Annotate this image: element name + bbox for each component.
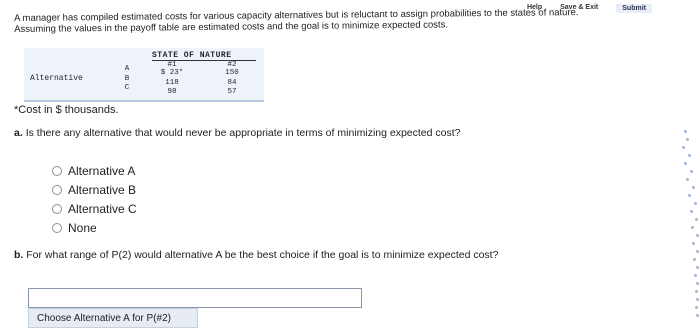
option-none[interactable]: None xyxy=(52,218,137,237)
cell-a-s2: 150 xyxy=(225,69,239,77)
radio-icon[interactable] xyxy=(52,203,62,214)
question-a-prefix: a. xyxy=(14,127,23,139)
row-label-a: A xyxy=(124,65,130,73)
cell-a-s1: $ 23* xyxy=(160,69,184,77)
alternative-row-header: Alternative xyxy=(30,74,83,83)
screen-moire-edge xyxy=(678,128,700,328)
alternative-labels: A B C xyxy=(120,65,134,94)
state-1-values: $ 23* 118 98 xyxy=(152,69,192,98)
answer-b-input[interactable] xyxy=(28,288,362,308)
radio-icon[interactable] xyxy=(52,184,62,195)
radio-icon[interactable] xyxy=(52,165,62,176)
option-alternative-c[interactable]: Alternative C xyxy=(52,199,137,218)
question-b-prefix: b. xyxy=(14,249,24,261)
state-1-header: #1 xyxy=(167,61,177,69)
cost-note: *Cost in $ thousands. xyxy=(14,104,119,116)
option-label: Alternative B xyxy=(68,182,137,197)
row-label-b: B xyxy=(124,74,130,83)
cell-c-s2: 57 xyxy=(227,88,237,96)
question-a-text: Is there any alternative that would neve… xyxy=(25,127,461,139)
state-of-nature-header: STATE OF NATURE xyxy=(152,51,232,60)
cell-b-s1: 118 xyxy=(165,78,179,87)
option-label: None xyxy=(68,220,97,235)
option-label: Alternative C xyxy=(68,201,137,216)
answer-options: Alternative A Alternative B Alternative … xyxy=(52,161,137,237)
option-alternative-a[interactable]: Alternative A xyxy=(52,161,137,180)
answer-b-area: Choose Alternative A for P(#2) xyxy=(28,288,362,328)
question-b: b. For what range of P(2) would alternat… xyxy=(14,249,498,261)
answer-b-label: Choose Alternative A for P(#2) xyxy=(28,308,198,328)
radio-icon[interactable] xyxy=(52,222,62,233)
problem-intro: A manager has compiled estimated costs f… xyxy=(14,6,674,35)
payoff-table: STATE OF NATURE #1 #2 Alternative A B C … xyxy=(24,48,264,102)
state-2-values: 150 84 57 xyxy=(212,69,252,98)
option-alternative-b[interactable]: Alternative B xyxy=(52,180,137,199)
question-b-text: For what range of P(2) would alternative… xyxy=(26,249,499,261)
row-label-c: C xyxy=(124,84,130,92)
state-2-header: #2 xyxy=(227,61,237,69)
option-label: Alternative A xyxy=(68,163,136,178)
cell-c-s1: 98 xyxy=(167,88,177,96)
cell-b-s2: 84 xyxy=(227,78,237,87)
question-a: a. Is there any alternative that would n… xyxy=(14,127,461,139)
